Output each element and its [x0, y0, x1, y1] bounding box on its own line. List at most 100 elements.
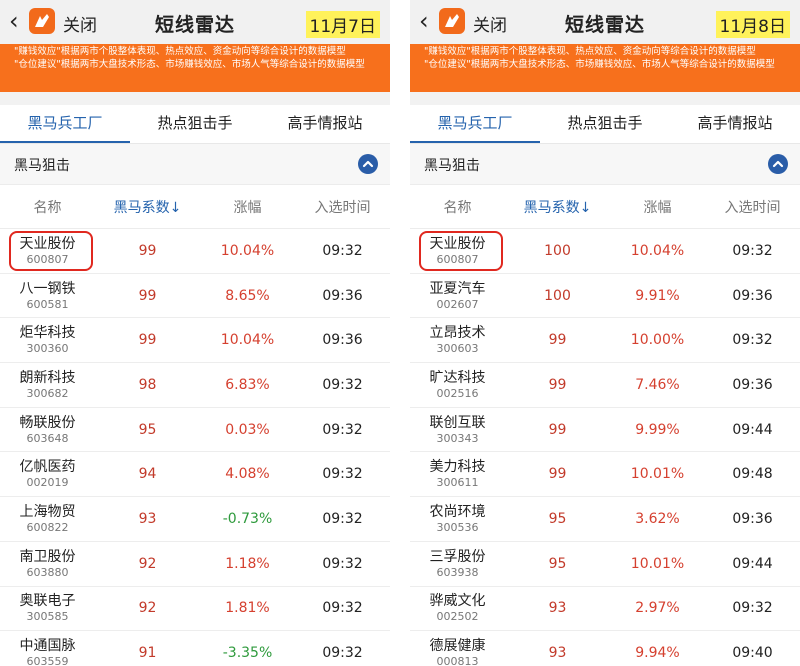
- coef-value: 93: [138, 510, 157, 527]
- chevron-up-icon[interactable]: [358, 154, 378, 174]
- spacer: [410, 92, 800, 105]
- table-row[interactable]: 立昂技术 300603 99 10.00% 09:32: [410, 318, 800, 364]
- table-row[interactable]: 旷达科技 002516 99 7.46% 09:36: [410, 363, 800, 408]
- stock-cell: 骅威文化 002502: [410, 593, 505, 623]
- tab-heima-factory[interactable]: 黑马兵工厂: [410, 105, 540, 143]
- table-row[interactable]: 奥联电子 300585 92 1.81% 09:32: [0, 587, 390, 632]
- time-value: 09:32: [322, 555, 363, 572]
- stock-cell: 上海物贸 600822: [0, 504, 95, 534]
- stock-code: 603559: [26, 655, 69, 666]
- column-header-coef[interactable]: 黑马系数↓: [505, 197, 610, 217]
- table-row[interactable]: 联创互联 300343 99 9.99% 09:44: [410, 408, 800, 453]
- change-value: -3.35%: [222, 645, 273, 662]
- change-value: 10.04%: [630, 242, 685, 259]
- stock-cell: 八一钢铁 600581: [0, 281, 95, 311]
- table-row[interactable]: 三孚股份 603938 95 10.01% 09:44: [410, 542, 800, 587]
- date-label: 11月8日: [715, 11, 790, 38]
- stock-name: 中通国脉: [19, 638, 76, 655]
- column-header-name[interactable]: 名称: [410, 197, 505, 217]
- column-header-change[interactable]: 涨幅: [200, 197, 295, 217]
- table-row[interactable]: 德展健康 000813 93 9.94% 09:40: [410, 631, 800, 666]
- table-row[interactable]: 农尚环境 300536 95 3.62% 09:36: [410, 497, 800, 542]
- table-row[interactable]: 炬华科技 300360 99 10.04% 09:36: [0, 318, 390, 364]
- table-row[interactable]: 亿帆医药 002019 94 4.08% 09:32: [0, 452, 390, 498]
- time-value: 09:36: [322, 287, 363, 304]
- table-row[interactable]: 八一钢铁 600581 99 8.65% 09:36: [0, 274, 390, 319]
- stock-list: 天业股份 600807 99 10.04% 09:32 八一钢铁 600581 99 8.65%…: [0, 229, 390, 666]
- time-value: 09:32: [322, 421, 363, 438]
- table-row[interactable]: 中通国脉 603559 91 -3.35% 09:32: [0, 631, 390, 666]
- coef-value: 93: [548, 645, 567, 662]
- stock-name: 三孚股份: [429, 548, 486, 565]
- stock-code: 300603: [436, 342, 479, 356]
- stock-cell: 朗新科技 300682: [0, 370, 95, 400]
- stock-code: 300360: [26, 342, 69, 356]
- coef-value: 94: [138, 466, 157, 483]
- tab-hotspot-sniper[interactable]: 热点狙击手: [130, 105, 260, 143]
- table-row[interactable]: 南卫股份 603880 92 1.18% 09:32: [0, 542, 390, 587]
- column-header-time[interactable]: 入选时间: [295, 197, 390, 217]
- stock-name: 奥联电子: [19, 593, 76, 610]
- change-value: 1.81%: [225, 600, 270, 617]
- time-value: 09:32: [322, 645, 363, 662]
- tab-expert-intel[interactable]: 高手情报站: [670, 105, 800, 143]
- table-row[interactable]: 天业股份 600807 100 10.04% 09:32: [410, 229, 800, 274]
- coef-value: 100: [544, 242, 571, 259]
- coef-value: 98: [138, 376, 157, 393]
- column-header-name[interactable]: 名称: [0, 197, 95, 217]
- table-row[interactable]: 亚夏汽车 002607 100 9.91% 09:36: [410, 274, 800, 319]
- tab-heima-factory[interactable]: 黑马兵工厂: [0, 105, 130, 143]
- table-row[interactable]: 骅威文化 002502 93 2.97% 09:32: [410, 587, 800, 632]
- section-header: 黑马狙击: [410, 144, 800, 185]
- spacer: [0, 92, 390, 105]
- banner-line-1: "赚钱效应"根据两市个股整体表现、热点效应、资金动向等综合设计的数据模型: [424, 46, 756, 57]
- stock-name: 炬华科技: [19, 325, 76, 342]
- table-row[interactable]: 畅联股份 603648 95 0.03% 09:32: [0, 408, 390, 453]
- tab-hotspot-sniper[interactable]: 热点狙击手: [540, 105, 670, 143]
- time-value: 09:32: [732, 600, 773, 617]
- column-header-time[interactable]: 入选时间: [705, 197, 800, 217]
- stock-code: 000813: [436, 655, 479, 666]
- info-banner: "赚钱效应"根据两市个股整体表现、热点效应、资金动向等综合设计的数据模型 "仓位…: [410, 44, 800, 92]
- change-value: 10.01%: [630, 555, 685, 572]
- change-value: 8.65%: [225, 287, 270, 304]
- coef-value: 99: [548, 466, 567, 483]
- stock-name: 八一钢铁: [19, 280, 76, 297]
- chevron-up-icon[interactable]: [768, 154, 788, 174]
- coef-value: 99: [548, 376, 567, 393]
- stock-cell: 三孚股份 603938: [410, 549, 505, 579]
- tab-expert-intel[interactable]: 高手情报站: [260, 105, 390, 143]
- tab-bar: 黑马兵工厂 热点狙击手 高手情报站: [0, 105, 390, 144]
- time-value: 09:44: [732, 555, 773, 572]
- tab-bar: 黑马兵工厂 热点狙击手 高手情报站: [410, 105, 800, 144]
- coef-value: 99: [138, 242, 157, 259]
- stock-cell: 亿帆医药 002019: [0, 459, 95, 489]
- stock-code: 002516: [436, 386, 479, 400]
- column-header-coef[interactable]: 黑马系数↓: [95, 197, 200, 217]
- table-row[interactable]: 朗新科技 300682 98 6.83% 09:32: [0, 363, 390, 408]
- stock-name: 旷达科技: [429, 369, 486, 386]
- coef-value: 99: [548, 332, 567, 349]
- time-value: 09:32: [732, 242, 773, 259]
- table-row[interactable]: 上海物贸 600822 93 -0.73% 09:32: [0, 497, 390, 542]
- banner-line-2: "仓位建议"根据两市大盘技术形态、市场赚钱效应、市场人气等综合设计的数据模型: [14, 59, 365, 70]
- change-value: 9.99%: [635, 421, 680, 438]
- coef-value: 95: [138, 421, 157, 438]
- change-value: 9.94%: [635, 645, 680, 662]
- stock-code: 603880: [26, 565, 69, 579]
- change-value: 1.18%: [225, 555, 270, 572]
- date-label: 11月7日: [305, 11, 380, 38]
- column-header-change[interactable]: 涨幅: [610, 197, 705, 217]
- stock-cell: 德展健康 000813: [410, 638, 505, 666]
- stock-name: 上海物贸: [19, 503, 76, 520]
- stock-name: 畅联股份: [19, 414, 76, 431]
- change-value: 6.83%: [225, 376, 270, 393]
- stock-name: 南卫股份: [19, 548, 76, 565]
- table-row[interactable]: 美力科技 300611 99 10.01% 09:48: [410, 452, 800, 498]
- table-row[interactable]: 天业股份 600807 99 10.04% 09:32: [0, 229, 390, 274]
- stock-name: 立昂技术: [429, 325, 486, 342]
- screenshot-left: ‹ 关闭 短线雷达 11月7日 "赚钱效应"根据两市个股整体表现、热点效应、资金…: [0, 0, 390, 666]
- stock-name: 农尚环境: [429, 503, 486, 520]
- time-value: 09:36: [732, 376, 773, 393]
- change-value: 9.91%: [635, 287, 680, 304]
